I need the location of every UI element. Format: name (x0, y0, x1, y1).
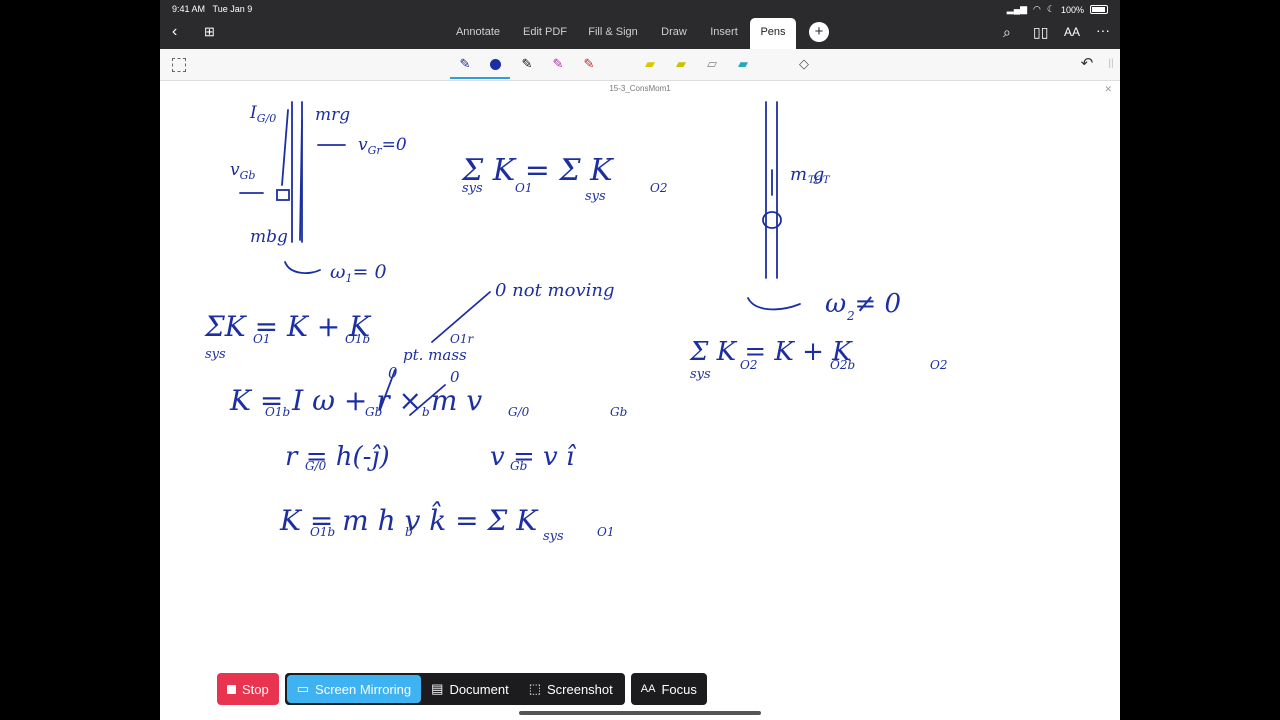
more-icon[interactable]: ··· (1096, 22, 1110, 38)
active-pen-indicator (450, 77, 510, 79)
eq-sum-top-sub2: O2 (650, 181, 667, 195)
eq4-sys: sys (543, 529, 564, 544)
right-eq-sub-a: O2 (740, 358, 757, 372)
screenshot-button[interactable]: ⬚ Screenshot (518, 675, 623, 703)
signal-icon: ▂▄▆ (1006, 4, 1028, 14)
monitor-icon: ▭ (296, 681, 310, 696)
eq1-sub-a: O1 (253, 332, 270, 346)
eq1-sys: sys (205, 347, 226, 362)
grid-view-icon[interactable]: ⊞ (204, 24, 215, 40)
annotation-not-moving: 0 not moving (495, 280, 615, 301)
highlighter-clear-icon[interactable]: ▱ (703, 55, 721, 73)
equation-right: Σ K = K + K (689, 337, 853, 367)
annotation-pt-mass: pt. mass (403, 346, 467, 364)
highlighter-yellow-icon[interactable]: ▰ (641, 55, 659, 73)
screen-mirroring-button[interactable]: ▭ Screen Mirroring (286, 675, 422, 703)
tab-draw[interactable]: Draw (652, 18, 696, 49)
toolbar-handle-icon[interactable]: || (1102, 55, 1120, 73)
rotation-arrow-right (747, 297, 801, 311)
eq2-sub-c: b (422, 405, 430, 419)
handwritten-notes: IG/0 mrg vGr=0 vGb mbg ω1= 0 Σ K = Σ K O… (204, 101, 947, 544)
right-eq-sub-c: O2 (930, 358, 947, 372)
highlighter-teal-icon[interactable]: ▰ (734, 55, 752, 73)
eq4-sub-a: O1b (310, 525, 335, 539)
top-toolbar: ‹ ⊞ Annotate Edit PDF Fill & Sign Draw I… (160, 18, 1120, 49)
status-time: 9:41 AM Tue Jan 9 (172, 4, 253, 14)
eq1-sub-c: O1r (450, 332, 474, 346)
eq2-sub-b: Gb (365, 405, 382, 419)
text-omega1: ω1= 0 (330, 261, 387, 285)
eq-sum-top-sub1: O1 (515, 181, 532, 195)
pens-toolbar: ✎ ✎ ✎ ✎ ▰ ▰ ▱ ▰ ◇ ↶ || (160, 49, 1120, 81)
text-omega2-sub: 2 (846, 309, 855, 323)
eq4-sub-c: O1 (597, 525, 614, 539)
tab-insert[interactable]: Insert (702, 18, 746, 49)
eq-sum-top: Σ K = Σ K (461, 153, 614, 188)
add-tool-button[interactable]: + (809, 22, 829, 42)
status-bar: 9:41 AM Tue Jan 9 ▂▄▆ ◠ ☾ 100% (160, 0, 1120, 18)
tab-pens[interactable]: Pens (750, 18, 796, 49)
eraser-icon[interactable]: ◇ (795, 55, 813, 73)
tab-fill-sign[interactable]: Fill & Sign (582, 18, 644, 49)
search-icon[interactable]: ⌕ (1003, 24, 1011, 41)
text-mtot-sub: TOT (808, 175, 831, 186)
screen-recording-bar: Stop ▭ Screen Mirroring ▤ Document ⬚ Screen… (217, 673, 707, 705)
eq2-sub-d: G/0 (508, 405, 530, 419)
text-size-icon[interactable]: AA (1064, 25, 1080, 39)
text-i-g0: IG/0 (249, 103, 276, 125)
document-button[interactable]: ▤ Document (421, 675, 519, 703)
text-mbg: mbg (250, 227, 288, 247)
pen-blue-icon[interactable]: ✎ (456, 55, 474, 73)
rotation-arrow (284, 261, 321, 274)
text-omega2: ω ≠ 0 (825, 289, 901, 319)
equation-3b: v = v î (490, 442, 577, 472)
text-vgr: vGr=0 (358, 135, 407, 157)
home-indicator[interactable] (519, 711, 761, 715)
eq1-sub-b: O1b (345, 332, 370, 346)
eq2-zero-b: 0 (450, 368, 460, 386)
battery-icon (1090, 5, 1108, 14)
stop-icon (227, 684, 236, 694)
eq2-sub-a: O1b (265, 405, 290, 419)
text-vgb: vGb (230, 160, 255, 182)
pen-red-icon[interactable]: ✎ (580, 55, 598, 73)
stop-button[interactable]: Stop (217, 673, 279, 705)
right-eq-sub-b: O2b (830, 358, 855, 372)
eq3a-sub: G/0 (305, 459, 327, 473)
ipad-screen: 9:41 AM Tue Jan 9 ▂▄▆ ◠ ☾ 100% ‹ ⊞ Annot… (160, 0, 1120, 720)
highlighter-lime-icon[interactable]: ▰ (672, 55, 690, 73)
book-icon[interactable]: ▯▯ (1033, 24, 1048, 41)
capture-mode-group: ▭ Screen Mirroring ▤ Document ⬚ Screenshot (284, 673, 625, 705)
tab-annotate[interactable]: Annotate (448, 18, 508, 49)
text-size-icon: AA (640, 683, 656, 695)
eq2-zero-a: 0 (388, 364, 398, 382)
pen-purple-icon[interactable]: ✎ (549, 55, 567, 73)
moon-icon: ☾ (1046, 4, 1055, 14)
back-chevron-icon[interactable]: ‹ (172, 23, 177, 41)
lasso-select-icon[interactable] (172, 58, 186, 72)
battery-percent: 100% (1060, 4, 1084, 15)
eq-sum-top-sys1: sys (462, 181, 483, 196)
eq4-sub-b: b (405, 525, 413, 539)
wifi-icon: ◠ (1033, 4, 1041, 14)
color-dot-icon[interactable] (486, 55, 504, 73)
focus-button[interactable]: AA Focus (630, 673, 707, 705)
document-icon: ▤ (431, 681, 444, 696)
right-eq-sys: sys (690, 367, 711, 382)
bullet-mass (276, 189, 290, 201)
pen-black-icon[interactable]: ✎ (518, 55, 536, 73)
eq-sum-top-sys2: sys (585, 189, 606, 204)
screenshot-icon: ⬚ (528, 681, 541, 696)
force-arrow (281, 109, 289, 186)
text-mrg: mrg (315, 105, 350, 125)
undo-icon[interactable]: ↶ (1078, 55, 1096, 73)
tab-edit-pdf[interactable]: Edit PDF (516, 18, 574, 49)
equation-3a: r = h(-ĵ) (285, 442, 390, 472)
eq3b-sub: Gb (510, 459, 527, 473)
eq2-sub-e: Gb (610, 405, 627, 419)
